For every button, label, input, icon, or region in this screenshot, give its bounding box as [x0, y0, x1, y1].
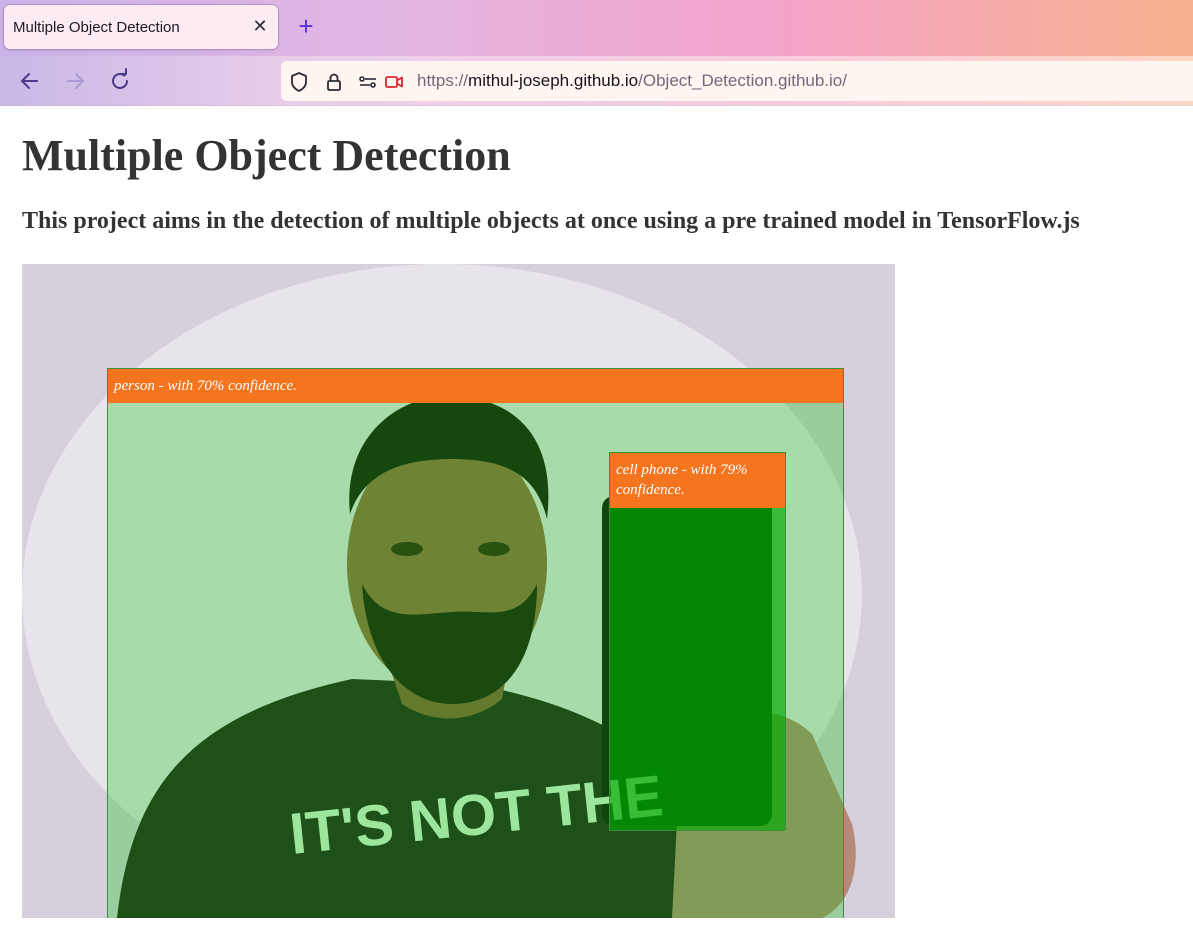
- page-title: Multiple Object Detection: [22, 131, 511, 180]
- nav-toolbar: https://mithul-joseph.github.io/Object_D…: [0, 56, 1193, 106]
- shield-icon[interactable]: [288, 71, 310, 93]
- page-subtitle: This project aims in the detection of mu…: [22, 208, 1080, 234]
- url-text[interactable]: https://mithul-joseph.github.io/Object_D…: [417, 71, 847, 91]
- url-scheme: https://: [417, 71, 469, 90]
- tab-active[interactable]: Multiple Object Detection ✕: [4, 5, 278, 49]
- lock-icon[interactable]: [323, 71, 345, 93]
- webcam-video: IT'S NOT THE person - with 70% confidenc…: [22, 264, 895, 918]
- browser-chrome: Multiple Object Detection ✕ + https://mi…: [0, 0, 1193, 106]
- url-path: /Object_Detection.github.io/: [638, 71, 847, 90]
- arrow-left-icon[interactable]: [17, 68, 43, 94]
- detection-box-cell-phone: cell phone - with 79% confidence.: [609, 452, 786, 831]
- plus-icon[interactable]: +: [294, 13, 318, 39]
- arrow-right-icon[interactable]: [62, 68, 88, 94]
- permissions-icon[interactable]: [357, 71, 379, 93]
- camera-active-icon[interactable]: [383, 71, 405, 93]
- close-icon[interactable]: ✕: [250, 16, 270, 36]
- tab-title: Multiple Object Detection: [13, 19, 180, 36]
- detection-label-cell-phone: cell phone - with 79% confidence.: [610, 453, 785, 508]
- url-host: mithul-joseph.github.io: [468, 71, 639, 90]
- url-bar[interactable]: https://mithul-joseph.github.io/Object_D…: [281, 61, 1193, 101]
- reload-icon[interactable]: [107, 68, 133, 94]
- tab-strip: Multiple Object Detection ✕ +: [0, 0, 1193, 56]
- page-content: Multiple Object Detection This project a…: [0, 106, 1193, 945]
- detection-label-person: person - with 70% confidence.: [108, 369, 843, 403]
